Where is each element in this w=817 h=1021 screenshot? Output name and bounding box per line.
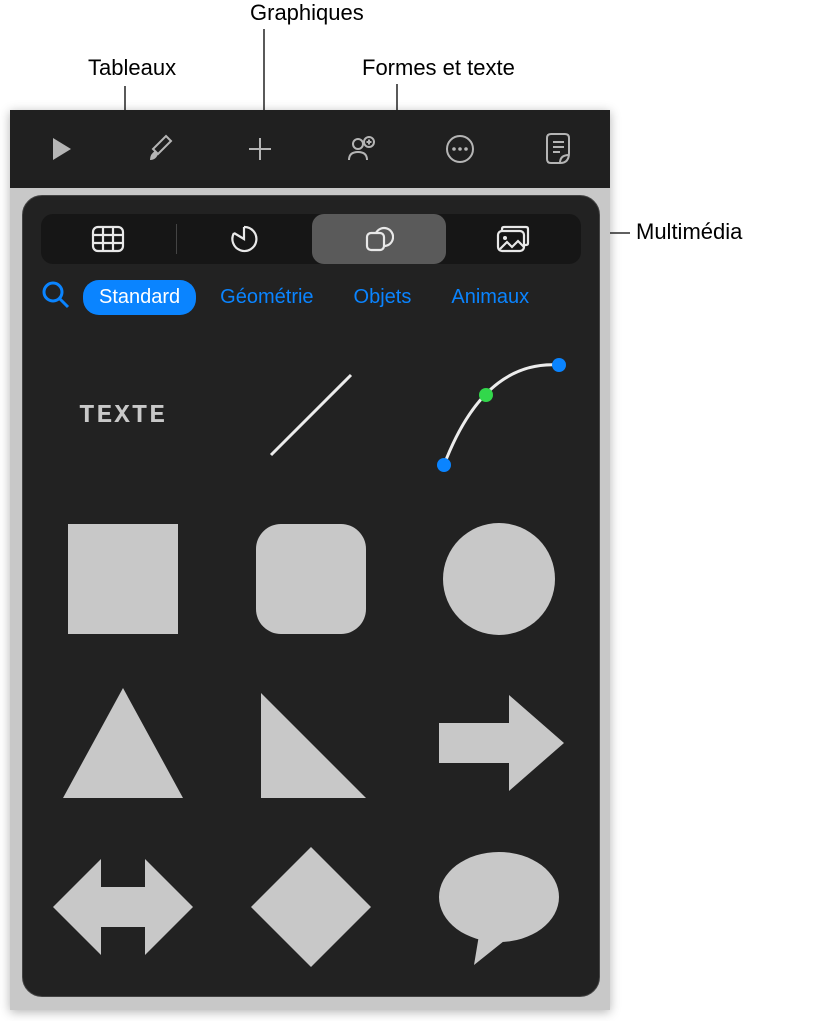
arrow-right-icon <box>429 683 569 803</box>
plus-icon <box>243 132 277 166</box>
shape-arrow-right[interactable] <box>409 661 589 825</box>
chart-icon <box>229 224 259 254</box>
shape-line[interactable] <box>221 333 401 497</box>
shape-star[interactable] <box>409 989 589 997</box>
shapes-icon <box>364 224 394 254</box>
shape-curve[interactable] <box>409 333 589 497</box>
main-toolbar <box>10 110 610 188</box>
shape-square[interactable] <box>33 497 213 661</box>
tables-tab[interactable] <box>41 214 176 264</box>
insert-segmented-control <box>41 214 581 264</box>
shape-right-triangle[interactable] <box>221 661 401 825</box>
shape-arrow-double[interactable] <box>33 825 213 989</box>
media-tab[interactable] <box>446 214 581 264</box>
play-icon <box>45 134 75 164</box>
brush-icon <box>144 133 176 165</box>
diamond-icon <box>246 842 376 972</box>
play-button[interactable] <box>10 134 110 164</box>
shapes-grid: TEXTE <box>23 333 599 997</box>
app-stage: Standard Géométrie Objets Animaux TEXTE <box>10 110 610 1010</box>
insert-popover: Standard Géométrie Objets Animaux TEXTE <box>22 195 600 997</box>
category-objects[interactable]: Objets <box>338 280 428 315</box>
ellipsis-circle-icon <box>444 133 476 165</box>
shape-pentagon[interactable] <box>221 989 401 997</box>
more-button[interactable] <box>410 133 510 165</box>
shape-speech-bubble[interactable] <box>409 825 589 989</box>
text-shape-label: TEXTE <box>79 400 167 430</box>
arrow-double-icon <box>48 847 198 967</box>
right-triangle-icon <box>251 683 371 803</box>
shape-diamond[interactable] <box>221 825 401 989</box>
media-icon <box>496 225 532 253</box>
format-brush-button[interactable] <box>110 133 210 165</box>
charts-tab[interactable] <box>177 214 312 264</box>
document-button[interactable] <box>510 132 610 166</box>
circle-icon <box>439 519 559 639</box>
triangle-icon <box>58 683 188 803</box>
collaborate-icon <box>344 133 376 165</box>
curve-icon <box>424 350 574 480</box>
table-icon <box>91 225 125 253</box>
category-standard[interactable]: Standard <box>83 280 196 315</box>
square-icon <box>63 519 183 639</box>
shapes-tab[interactable] <box>312 214 447 264</box>
category-animals[interactable]: Animaux <box>435 280 545 315</box>
search-icon <box>41 280 71 310</box>
shape-text[interactable]: TEXTE <box>33 333 213 497</box>
shape-circle[interactable] <box>409 497 589 661</box>
speech-bubble-icon <box>434 847 564 967</box>
document-icon <box>545 132 575 166</box>
rounded-square-icon <box>251 519 371 639</box>
line-icon <box>251 355 371 475</box>
shape-triangle[interactable] <box>33 661 213 825</box>
shape-callout-rect[interactable] <box>33 989 213 997</box>
shape-rounded-square[interactable] <box>221 497 401 661</box>
insert-button[interactable] <box>210 132 310 166</box>
collaborate-button[interactable] <box>310 133 410 165</box>
search-button[interactable] <box>37 280 75 315</box>
category-geometry[interactable]: Géométrie <box>204 280 329 315</box>
category-row: Standard Géométrie Objets Animaux <box>37 280 587 315</box>
